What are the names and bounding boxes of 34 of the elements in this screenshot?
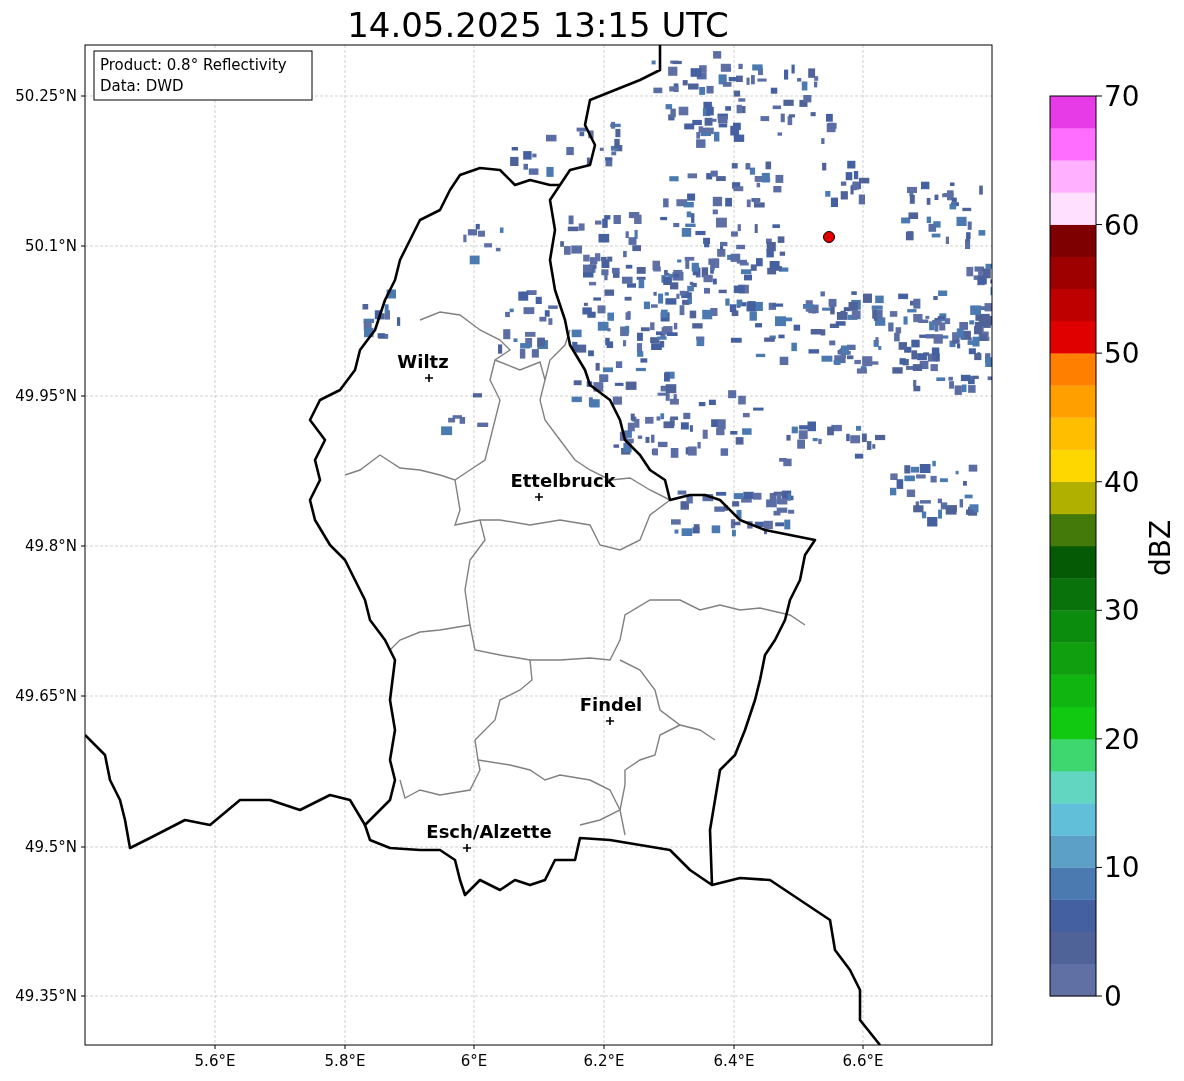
longitude-label: 6.6°E	[842, 1052, 884, 1070]
colorbar-tick-label: 10	[1104, 851, 1140, 885]
city-label: Wiltz	[397, 351, 449, 372]
city-label: Esch/Alzette	[426, 821, 552, 842]
longitude-label: 5.6°E	[194, 1052, 236, 1070]
latitude-label: 49.95°N	[15, 387, 77, 405]
latitude-label: 49.35°N	[15, 987, 77, 1005]
colorbar-tick-label: 30	[1104, 594, 1140, 628]
colorbar-tick-label: 60	[1104, 208, 1140, 242]
chart-title: 14.05.2025 13:15 UTC	[347, 5, 729, 45]
city-label: Findel	[579, 694, 643, 715]
colorbar-tick-label: 70	[1104, 80, 1140, 113]
latitude-label: 50.25°N	[15, 87, 77, 105]
city-marker-icon	[534, 492, 544, 502]
latitude-label: 49.8°N	[24, 537, 77, 555]
info-text: Data: DWD	[100, 77, 184, 95]
info-text: Product: 0.8° Reflectivity	[100, 56, 287, 74]
colorbar-tick-label: 40	[1104, 465, 1140, 499]
latitude-label: 49.65°N	[15, 687, 77, 705]
longitude-label: 6°E	[460, 1052, 488, 1070]
longitude-label: 6.4°E	[713, 1052, 755, 1070]
city-label: Ettelbruck	[510, 470, 616, 491]
latitude-label: 50.1°N	[24, 237, 77, 255]
longitude-label: 6.2°E	[583, 1052, 625, 1070]
city-marker-icon	[605, 716, 615, 726]
longitude-label: 5.8°E	[324, 1052, 366, 1070]
radar-site-marker	[823, 231, 835, 243]
city-marker-icon	[424, 373, 434, 383]
colorbar-tick-label: 0	[1104, 980, 1122, 1013]
latitude-label: 49.5°N	[24, 838, 77, 856]
colorbar-tick-label: 50	[1104, 337, 1140, 371]
colorbar-tick-label: 20	[1104, 722, 1140, 756]
colorbar-label: dBZ	[1144, 519, 1177, 577]
city-marker-icon	[462, 843, 472, 853]
